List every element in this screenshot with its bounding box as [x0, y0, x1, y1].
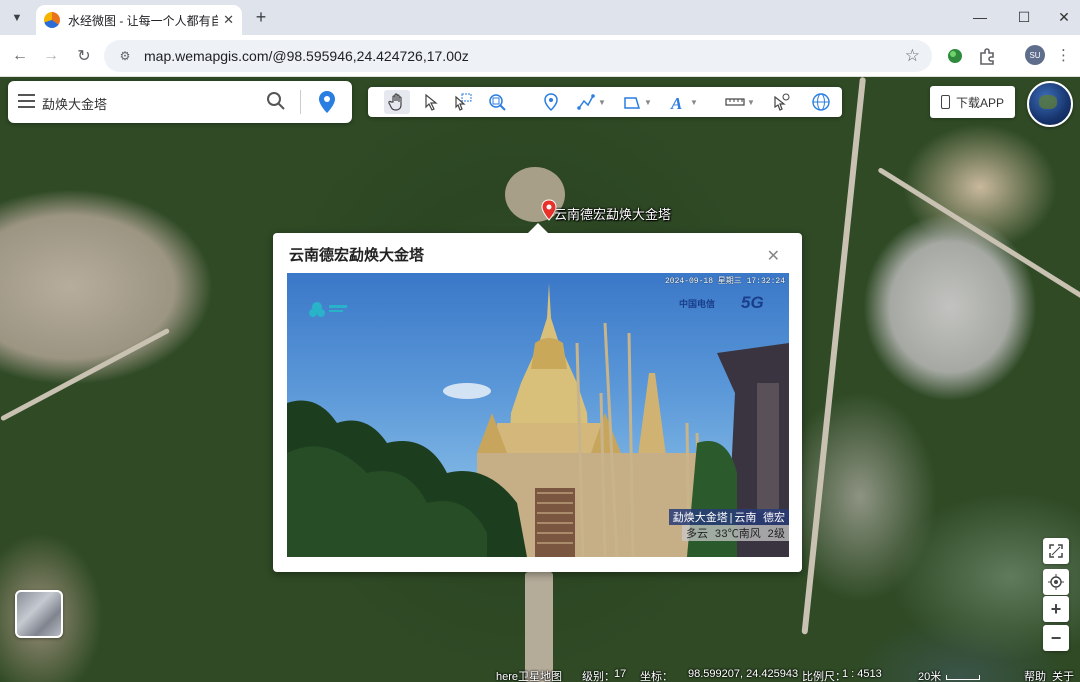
- map-road: [801, 77, 866, 635]
- satellite-map[interactable]: 勐焕大金塔 ▼ ▼ A ▼ ▼ 下载APP 云南德宏勐焕大金塔 云南德宏勐焕大金塔…: [0, 77, 1080, 682]
- zoom-area-icon[interactable]: [486, 90, 508, 114]
- scale-value: 1 : 4513: [842, 668, 882, 680]
- temple-stairway: [525, 572, 553, 682]
- polyline-icon[interactable]: ▼: [574, 90, 608, 114]
- help-link[interactable]: 帮助: [1024, 668, 1046, 682]
- measure-ruler-icon[interactable]: ▼: [722, 90, 758, 114]
- box-select-icon[interactable]: [452, 90, 474, 114]
- layer-name: here卫星地图: [496, 671, 563, 682]
- browser-tab-bar: ▼ 水经微图 - 让每一个人都有自己 ✕ + — ☐ ✕: [0, 0, 1080, 35]
- carrier-logo: 中国电信: [679, 299, 716, 309]
- level-value: 17: [614, 668, 627, 680]
- select-arrow-icon[interactable]: [420, 90, 442, 114]
- minimize-icon[interactable]: —: [968, 6, 992, 28]
- back-arrow-icon[interactable]: ←: [8, 44, 32, 68]
- address-bar: ← → ↻ ⚙ map.wemapgis.com/@98.595946,24.4…: [0, 35, 1080, 77]
- browser-menu-icon[interactable]: ⋮: [1056, 46, 1071, 64]
- caption-weather: 多云 33℃南风 2级: [681, 525, 789, 541]
- place-search-box: 勐焕大金塔: [8, 81, 352, 123]
- map-road: [877, 167, 1080, 310]
- extension-green-icon[interactable]: [946, 47, 964, 65]
- reload-icon[interactable]: ↻: [72, 44, 96, 68]
- bookmark-star-icon[interactable]: ☆: [905, 46, 920, 66]
- maximize-icon[interactable]: ☐: [1012, 6, 1036, 28]
- zoom-out-icon[interactable]: −: [1043, 625, 1069, 651]
- locate-me-icon[interactable]: [1043, 569, 1069, 595]
- marker-label: 云南德宏勐焕大金塔: [554, 207, 672, 222]
- popup-title: 云南德宏勐焕大金塔: [289, 247, 425, 264]
- download-app-button[interactable]: 下载APP: [930, 86, 1015, 118]
- point-marker-icon[interactable]: [540, 90, 562, 114]
- identify-icon[interactable]: [770, 90, 792, 114]
- profile-avatar[interactable]: SU: [1025, 45, 1045, 65]
- menu-icon[interactable]: [18, 94, 35, 108]
- text-icon[interactable]: A ▼: [666, 90, 700, 114]
- tab-title: 水经微图 - 让每一个人都有自己: [68, 13, 218, 28]
- fullscreen-icon[interactable]: [1043, 538, 1069, 564]
- polygon-icon[interactable]: ▼: [620, 90, 654, 114]
- search-icon[interactable]: [266, 91, 286, 111]
- camera-snapshot[interactable]: 2024-09-18 星期三 17:32:24 中国电信 5G 勐焕大金塔|云南…: [287, 273, 789, 557]
- status-bar: here卫星地图 级别： 17 坐标： 98.599207, 24.425943…: [0, 667, 1080, 682]
- level-label: 级别：: [582, 671, 615, 682]
- site-favicon-icon: [44, 12, 60, 28]
- globe-icon[interactable]: [810, 90, 832, 114]
- new-tab-icon[interactable]: +: [250, 6, 272, 28]
- tab-search-dropdown[interactable]: ▼: [6, 7, 28, 29]
- map-road: [0, 327, 171, 422]
- location-pin-icon[interactable]: [317, 90, 337, 114]
- extensions-puzzle-icon[interactable]: [978, 47, 996, 65]
- url-text[interactable]: map.wemapgis.com/@98.595946,24.424726,17…: [144, 48, 469, 64]
- site-info-icon[interactable]: ⚙: [114, 45, 136, 67]
- phone-icon: [940, 95, 950, 109]
- scale-bar: [946, 675, 980, 680]
- scale-bar-label: 20米: [918, 671, 942, 682]
- divider: [300, 90, 301, 114]
- forward-arrow-icon[interactable]: →: [39, 44, 63, 68]
- svg-text:A: A: [670, 94, 682, 112]
- about-link[interactable]: 关于: [1052, 668, 1074, 682]
- coord-value: 98.599207, 24.425943: [688, 668, 799, 680]
- zoom-in-icon[interactable]: +: [1043, 596, 1069, 622]
- map-toolbar: ▼ ▼ A ▼ ▼: [368, 87, 842, 117]
- info-popup: 云南德宏勐焕大金塔 ✕ 2024-09-18 星期三 17:32:24 中国电信…: [273, 223, 802, 572]
- camera-timestamp: 2024-09-18 星期三 17:32:24: [664, 277, 785, 286]
- coord-label: 坐标：: [640, 671, 673, 682]
- download-app-label: 下载APP: [955, 95, 1004, 110]
- omnibox[interactable]: ⚙ map.wemapgis.com/@98.595946,24.424726,…: [104, 40, 932, 72]
- network-badge: 5G: [741, 293, 764, 312]
- browser-tab[interactable]: 水经微图 - 让每一个人都有自己 ✕: [36, 5, 242, 35]
- globe-view-button[interactable]: [1027, 81, 1073, 127]
- camera-provider-logo: [309, 302, 347, 317]
- tab-close-icon[interactable]: ✕: [223, 12, 234, 28]
- basemap-switcher[interactable]: [15, 590, 63, 638]
- search-input[interactable]: 勐焕大金塔: [42, 94, 107, 113]
- window-close-icon[interactable]: ✕: [1052, 6, 1076, 28]
- popup-close-icon[interactable]: ✕: [767, 246, 780, 266]
- pan-hand-icon[interactable]: [384, 90, 410, 114]
- caption-location: 勐焕大金塔|云南 德宏: [668, 509, 789, 525]
- scale-label: 比例尺：: [802, 671, 846, 682]
